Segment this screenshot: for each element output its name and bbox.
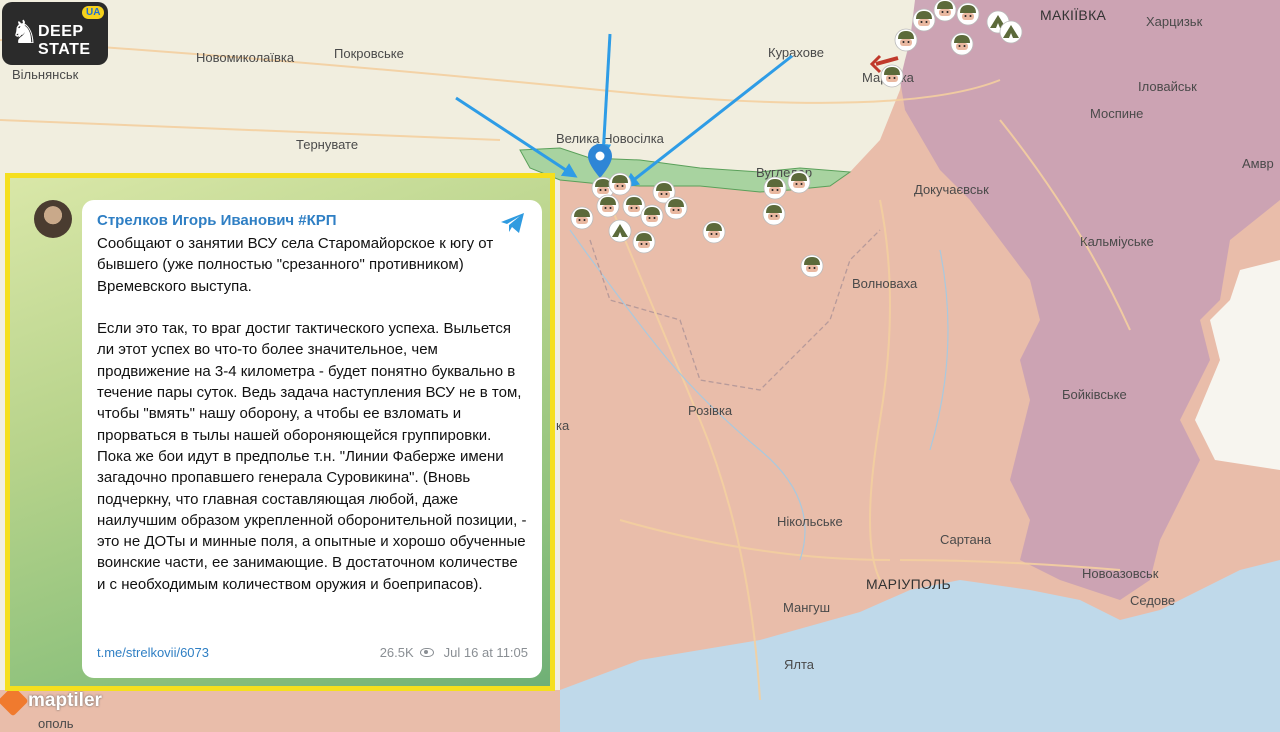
label-mospyne: Моспине: [1090, 106, 1143, 121]
soldier-icon: [640, 204, 664, 228]
soldier-icon: [632, 230, 656, 254]
maptiler-attribution[interactable]: maptiler: [0, 685, 102, 717]
soldier-icon: [880, 64, 904, 88]
post-body: Сообщают о занятии ВСУ села Старомайорск…: [97, 235, 527, 593]
tent-icon: [608, 219, 632, 243]
label-pokrovske: Покровське: [334, 46, 404, 61]
label-fragment: ка: [556, 418, 570, 433]
label-kalmiuske: Кальміуське: [1080, 234, 1154, 249]
eye-icon: [419, 648, 434, 657]
post-link[interactable]: t.me/strelkovii/6073: [97, 645, 209, 660]
label-mariupol: МАРІУПОЛЬ: [866, 576, 951, 592]
soldier-icon: [664, 196, 688, 220]
post-author[interactable]: Стрелков Игорь Иванович #КРП: [97, 212, 528, 229]
avatar[interactable]: [34, 200, 72, 238]
post-footer: t.me/strelkovii/6073 26.5K Jul 16 at 11:…: [97, 645, 528, 660]
label-makiivka: МАКІЇВКА: [1040, 7, 1107, 23]
label-sedove: Седове: [1130, 593, 1175, 608]
soldier-icon: [762, 202, 786, 226]
label-khartsyzk: Харцизьк: [1146, 14, 1203, 29]
label-amvrosiivka: Амвр: [1242, 156, 1274, 171]
label-bottom-fragment: ополь: [38, 716, 74, 731]
logo-line-1: DEEP: [38, 23, 84, 40]
soldier-icon: [956, 2, 980, 26]
label-novomykolaivka: Новомиколаївка: [196, 50, 295, 65]
label-yalta: Ялта: [784, 657, 815, 672]
label-manhush: Мангуш: [783, 600, 830, 615]
label-dokuchaievsk: Докучаєвськ: [914, 182, 989, 197]
label-volnovakha: Волноваха: [852, 276, 918, 291]
telegram-message-bubble: Стрелков Игорь Иванович #КРП Сообщают о …: [82, 200, 542, 678]
post-meta: 26.5K Jul 16 at 11:05: [380, 645, 528, 660]
soldier-icon: [787, 170, 811, 194]
soldier-icon: [702, 220, 726, 244]
views-count: 26.5K: [379, 645, 414, 660]
chess-knight-icon: ♞: [10, 14, 39, 50]
label-nikolske: Нікольське: [777, 514, 843, 529]
soldier-icon: [950, 32, 974, 56]
maptiler-label: maptiler: [28, 690, 102, 711]
soldier-icon: [763, 176, 787, 200]
label-rozivka: Розівка: [688, 403, 733, 418]
soldier-icon: [608, 172, 632, 196]
soldier-icon: [912, 8, 936, 32]
deep-state-logo: ♞ UA DEEP STATE: [2, 2, 108, 65]
soldier-icon: [894, 28, 918, 52]
logo-line-2: STATE: [38, 41, 91, 58]
telegram-send-icon[interactable]: [500, 212, 526, 234]
ua-badge: UA: [82, 6, 105, 19]
label-vilniansk: Вільнянськ: [12, 67, 79, 82]
telegram-post-frame: Стрелков Игорь Иванович #КРП Сообщают о …: [5, 173, 555, 691]
label-ilovaisk: Іловайськ: [1138, 79, 1197, 94]
label-ternuvate: Тернувате: [296, 137, 358, 152]
label-velyka-novosilka: Велика Новосілка: [556, 131, 665, 146]
post-date: Jul 16 at 11:05: [443, 645, 528, 660]
soldier-icon: [596, 194, 620, 218]
soldier-icon: [570, 206, 594, 230]
label-boikivske: Бойківське: [1062, 387, 1127, 402]
tent-icon: [999, 20, 1023, 44]
label-sartana: Сартана: [940, 532, 992, 547]
soldier-icon: [800, 254, 824, 278]
soldier-icon: [933, 0, 957, 22]
label-kurakhove: Курахове: [768, 45, 824, 60]
label-novoazovsk: Новоазовськ: [1082, 566, 1159, 581]
